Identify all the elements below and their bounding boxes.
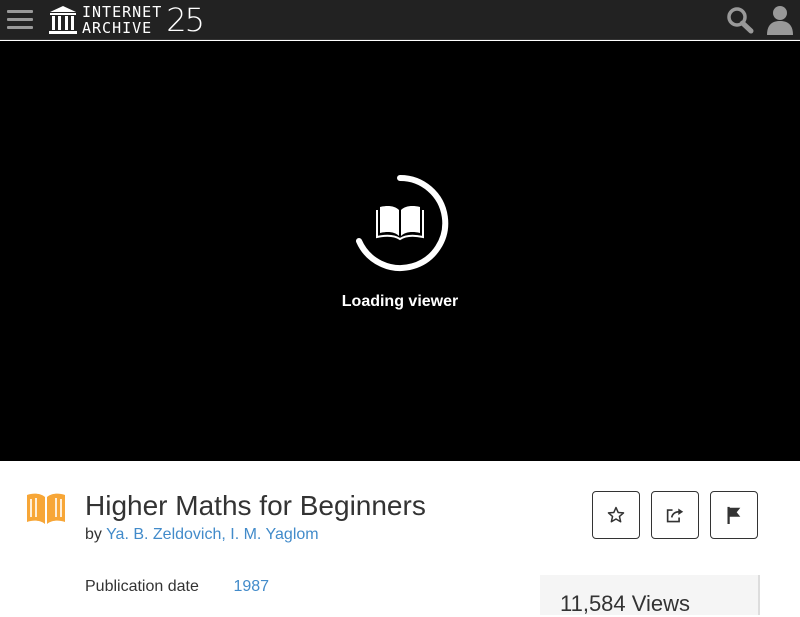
- views-count: 11,584 Views: [560, 591, 691, 616]
- stats-panel: 11,584 Views: [540, 575, 760, 616]
- logo-wordmark: INTERNET ARCHIVE: [82, 4, 162, 36]
- logo-line-1: INTERNET: [82, 3, 163, 21]
- search-icon[interactable]: [725, 6, 755, 34]
- star-icon: [607, 506, 625, 523]
- publication-date-row: Publication date 1987: [85, 578, 269, 596]
- byline: by Ya. B. Zeldovich, I. M. Yaglom: [85, 526, 319, 544]
- hamburger-icon[interactable]: [7, 10, 33, 30]
- user-icon[interactable]: [765, 4, 795, 36]
- book-viewer[interactable]: Loading viewer: [0, 41, 800, 461]
- publication-date-value[interactable]: 1987: [233, 578, 269, 595]
- book-icon: [376, 206, 424, 241]
- internet-archive-logo[interactable]: INTERNET ARCHIVE 25: [48, 1, 205, 39]
- logo-line-2: ARCHIVE: [82, 19, 153, 37]
- logo-anniversary-badge: 25: [166, 1, 205, 39]
- share-button[interactable]: [651, 491, 699, 539]
- top-nav: INTERNET ARCHIVE 25: [0, 0, 800, 40]
- byline-prefix: by: [85, 526, 102, 543]
- publication-date-label: Publication date: [85, 578, 199, 595]
- author-link[interactable]: Ya. B. Zeldovich, I. M. Yaglom: [106, 526, 319, 543]
- loading-spinner: [356, 174, 449, 271]
- flag-button[interactable]: [710, 491, 758, 539]
- item-title: Higher Maths for Beginners: [85, 490, 426, 521]
- flag-icon: [727, 506, 741, 524]
- loading-status: Loading viewer: [341, 293, 459, 310]
- temple-icon: [49, 6, 77, 34]
- favorite-button[interactable]: [592, 491, 640, 539]
- share-icon: [666, 508, 684, 523]
- texts-icon: [27, 493, 65, 524]
